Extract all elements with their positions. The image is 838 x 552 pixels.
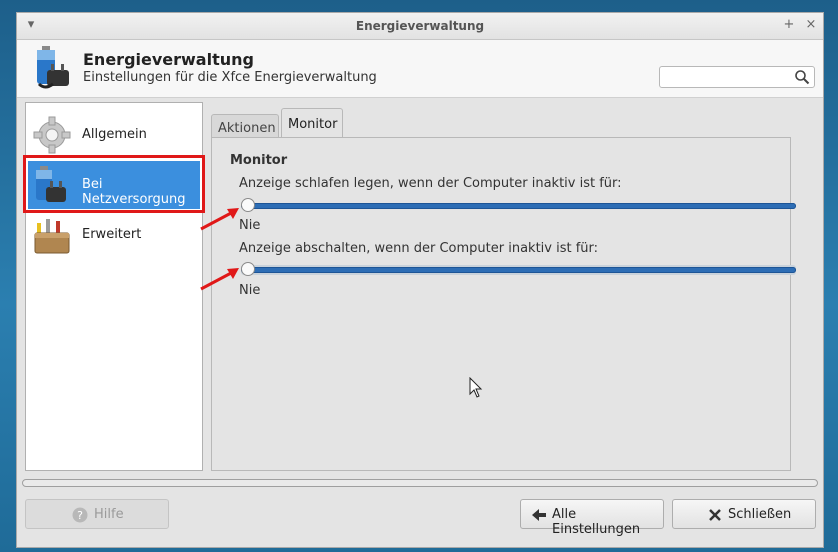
close-button[interactable]: Schließen — [672, 499, 816, 529]
slider-track — [241, 267, 796, 273]
toolbox-icon — [34, 219, 70, 254]
all-settings-button-label: Alle Einstellungen — [552, 507, 641, 537]
gear-icon — [33, 116, 71, 154]
sidebar-item-label: Erweitert — [82, 227, 142, 242]
monitor-section-title: Monitor — [230, 153, 288, 168]
arrow-left-icon — [532, 509, 546, 521]
slider-track — [241, 203, 796, 209]
battery-plug-icon — [37, 46, 69, 89]
sidebar-item-erweitert[interactable]: Erweitert — [28, 211, 200, 259]
horizontal-scrollbar[interactable] — [22, 479, 818, 487]
off-slider-label: Anzeige abschalten, wenn der Computer in… — [239, 241, 599, 256]
help-icon: ? — [72, 507, 88, 523]
annotation-highlight-box — [23, 155, 205, 213]
help-button-label: Hilfe — [94, 507, 124, 522]
close-icon — [709, 509, 721, 521]
sleep-slider-label: Anzeige schlafen legen, wenn der Compute… — [239, 176, 622, 191]
svg-text:?: ? — [77, 509, 83, 522]
close-button-label: Schließen — [728, 507, 792, 522]
tab-aktionen[interactable]: Aktionen — [211, 114, 279, 138]
search-input[interactable] — [659, 66, 815, 88]
sidebar-item-allgemein[interactable]: Allgemein — [28, 111, 200, 159]
close-window-button[interactable]: × — [803, 17, 819, 33]
title-bar[interactable]: ▾ Energieverwaltung + × — [17, 13, 823, 40]
display-sleep-slider[interactable] — [241, 198, 796, 212]
slider-handle[interactable] — [241, 262, 255, 276]
slider-handle[interactable] — [241, 198, 255, 212]
dialog-header: Energieverwaltung Einstellungen für die … — [17, 40, 823, 98]
maximize-button[interactable]: + — [781, 17, 797, 33]
help-button[interactable]: ? Hilfe — [25, 499, 169, 529]
all-settings-button[interactable]: Alle Einstellungen — [520, 499, 664, 537]
annotation-arrow-icon — [200, 208, 239, 231]
power-manager-window: ▾ Energieverwaltung + × Energieverwaltun… — [16, 12, 824, 548]
search-icon — [795, 70, 810, 85]
display-off-slider[interactable] — [241, 262, 796, 276]
annotation-arrow-icon — [200, 268, 239, 291]
header-subtitle: Einstellungen für die Xfce Energieverwal… — [83, 70, 377, 85]
tab-monitor[interactable]: Monitor — [281, 108, 343, 138]
window-title: Energieverwaltung — [355, 19, 485, 33]
mouse-cursor-icon — [469, 377, 483, 398]
header-title: Energieverwaltung — [83, 50, 254, 69]
sidebar-item-label: Allgemein — [82, 127, 147, 142]
